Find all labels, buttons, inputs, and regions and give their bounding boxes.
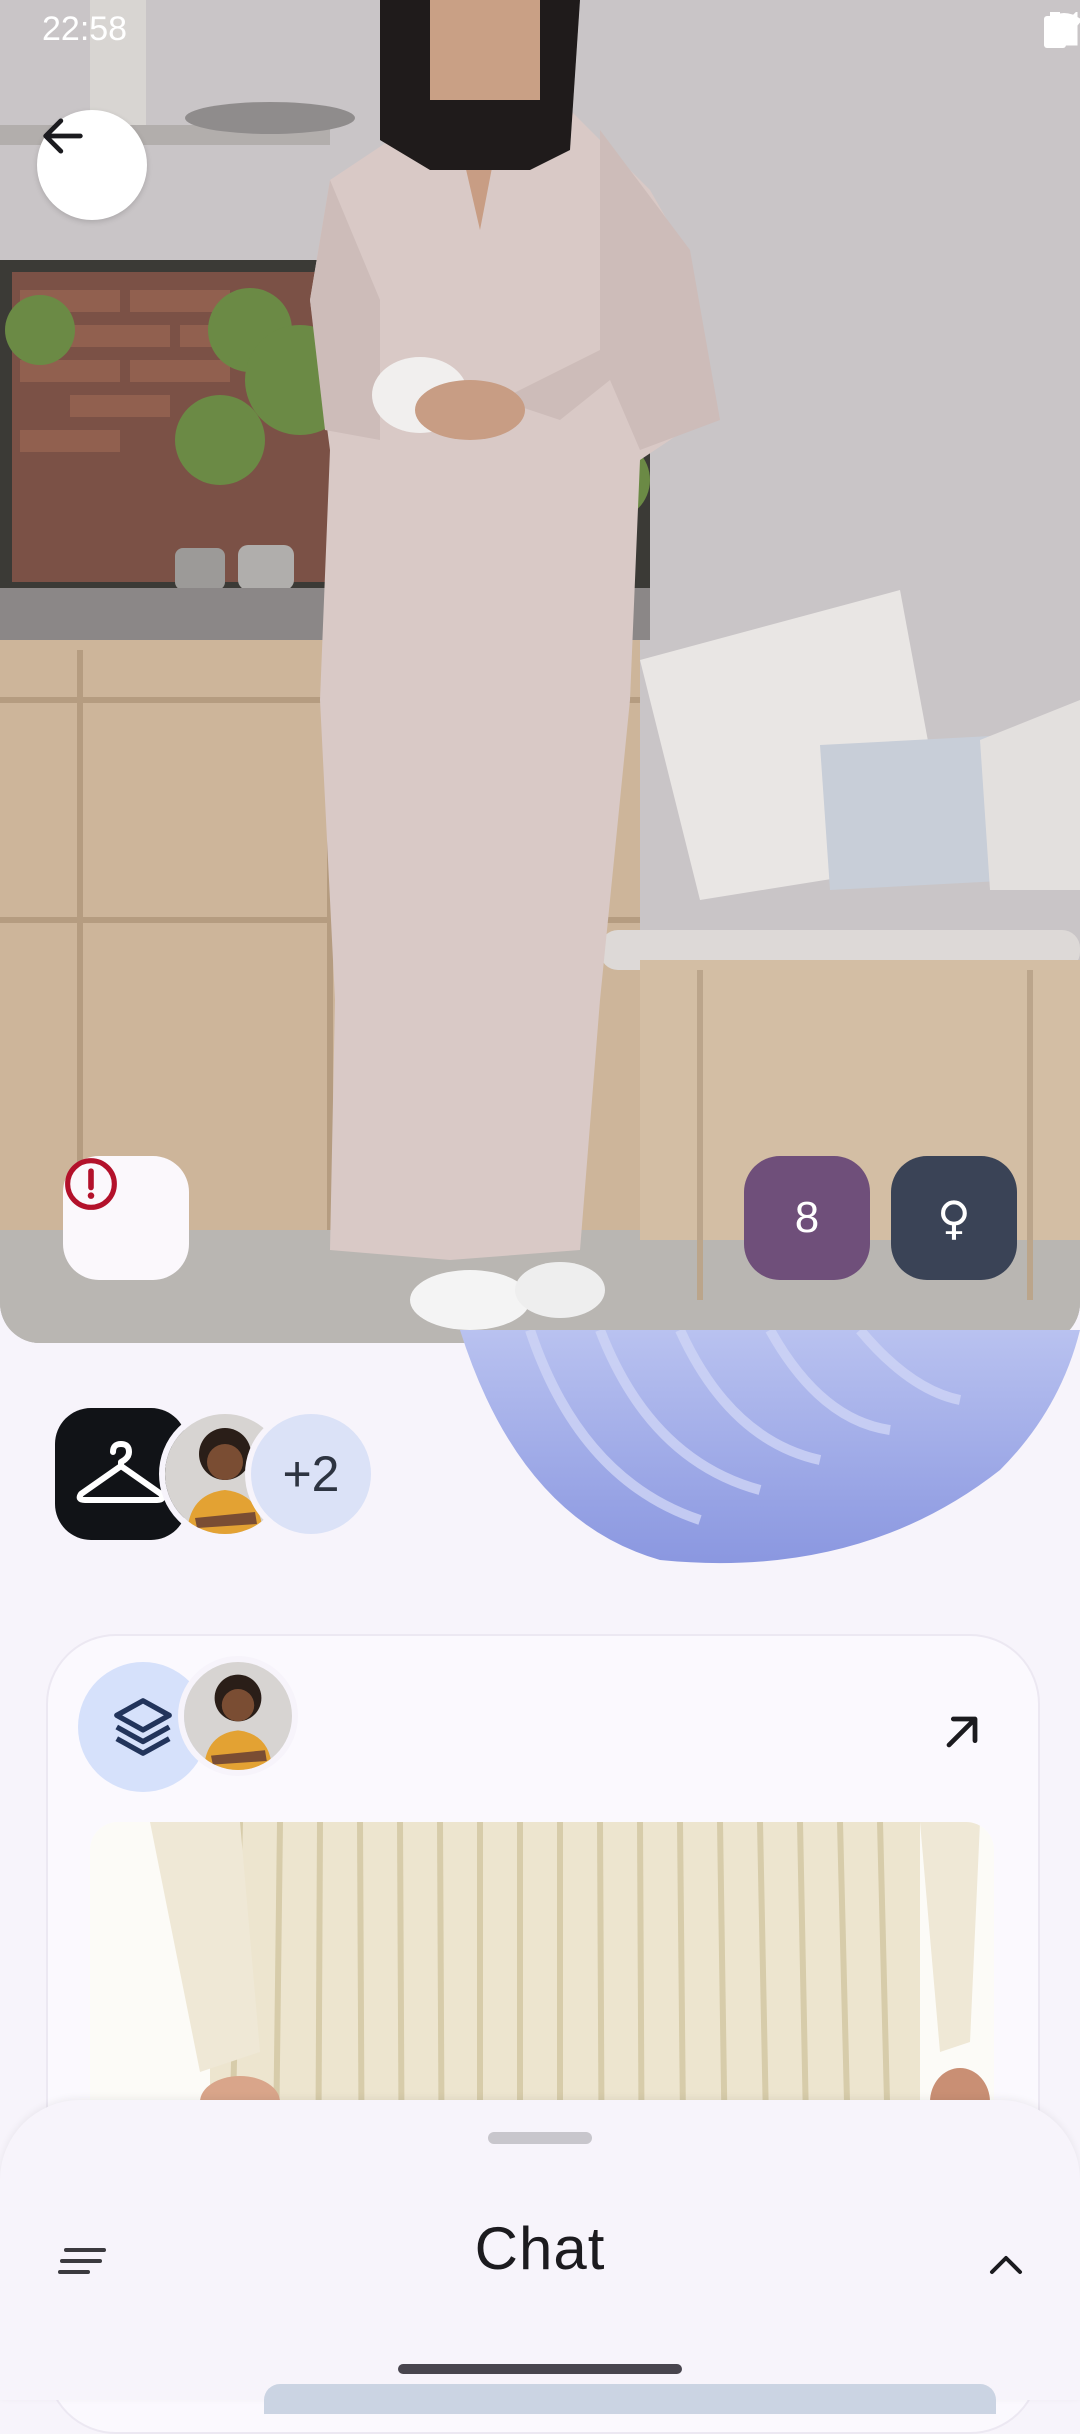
female-symbol-icon: ♀ xyxy=(937,1191,971,1245)
drag-handle[interactable] xyxy=(488,2132,592,2144)
layers-icon xyxy=(114,1698,172,1756)
report-button[interactable] xyxy=(63,1156,189,1280)
person-photo xyxy=(184,1662,292,1770)
chat-bottom-sheet[interactable]: Chat xyxy=(0,2100,1080,2400)
back-button[interactable] xyxy=(37,110,147,220)
gender-badge[interactable]: ♀ xyxy=(891,1156,1017,1280)
status-bar: 22:58 xyxy=(0,0,1080,64)
gesture-nav-bar[interactable] xyxy=(398,2364,682,2374)
card-owner-avatar[interactable] xyxy=(178,1656,298,1776)
hanger-icon xyxy=(76,1441,166,1503)
chat-input-peek xyxy=(264,2384,996,2414)
status-time: 22:58 xyxy=(42,10,128,48)
product-photo-illustration xyxy=(0,0,1080,1343)
battery-icon xyxy=(1044,12,1066,48)
product-photo: 22:58 8 ♀ xyxy=(0,0,1080,1343)
more-collaborators-badge[interactable]: +2 xyxy=(245,1408,377,1540)
chat-title: Chat xyxy=(474,2215,606,2282)
arrow-up-right-icon xyxy=(946,1716,978,1748)
size-badge-label: 8 xyxy=(794,1193,820,1242)
size-badge[interactable]: 8 xyxy=(744,1156,870,1280)
collaborators-row[interactable]: +2 xyxy=(55,1408,385,1540)
open-card-button[interactable] xyxy=(936,1706,988,1763)
decorative-blob xyxy=(460,1330,1080,1564)
alert-circle-icon xyxy=(65,1158,117,1210)
chevron-up-icon[interactable] xyxy=(986,2252,1026,2278)
arrow-left-icon xyxy=(43,118,83,154)
